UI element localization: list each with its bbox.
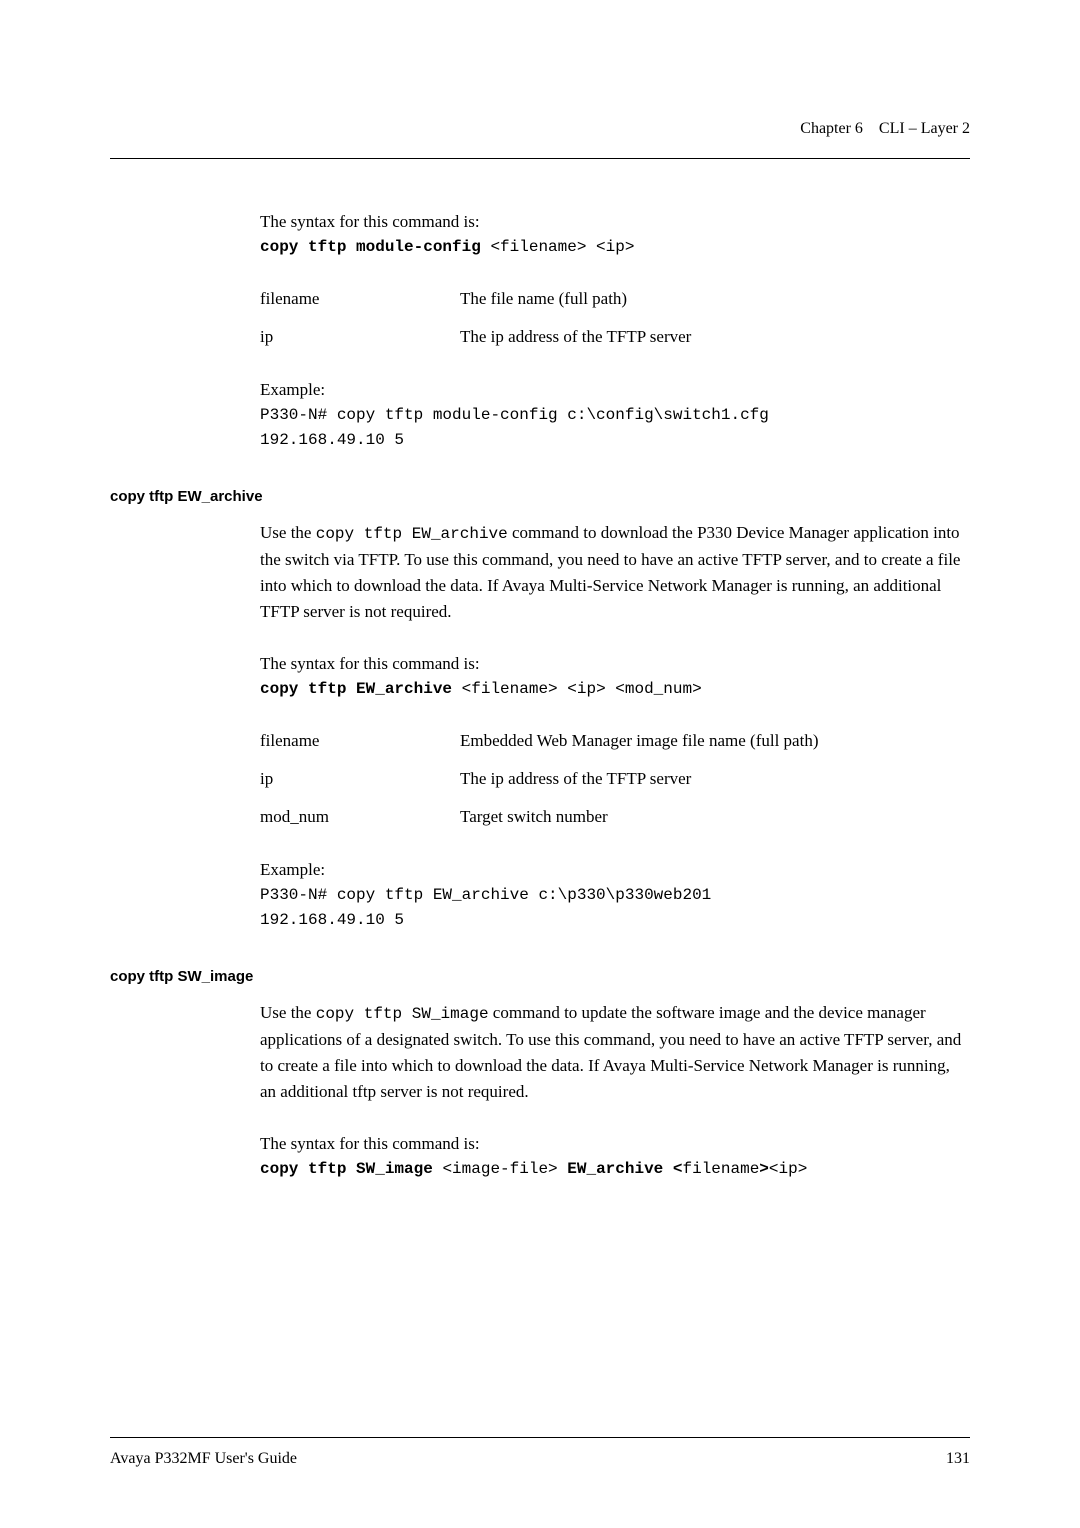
param-table: filename Embedded Web Manager image file… [260,722,819,837]
cmd-mid: EW_archive < [558,1160,683,1178]
section-heading-ew-archive: copy tftp EW_archive [110,488,970,505]
example-label: Example: [260,857,970,883]
desc-text: Use the [260,1003,316,1022]
example-code-line: 192.168.49.10 5 [260,428,970,453]
syntax-intro: The syntax for this command is: [260,1131,970,1157]
cmd-prefix: copy tftp EW_archive [260,680,462,698]
param-desc: The ip address of the TFTP server [460,318,691,356]
syntax-command: copy tftp EW_archive <filename> <ip> <mo… [260,677,970,702]
cmd-mid: > [759,1160,769,1178]
param-name: filename [260,722,460,760]
cmd-arg: <image-file> [442,1160,557,1178]
param-name: ip [260,318,460,356]
param-desc: Embedded Web Manager image file name (fu… [460,722,819,760]
section3-desc-block: Use the copy tftp SW_image command to up… [260,1000,970,1182]
cmd-prefix: copy tftp SW_image [260,1160,442,1178]
example-code-line: P330-N# copy tftp EW_archive c:\p330\p33… [260,883,970,908]
page-footer: Avaya P332MF User's Guide 131 [110,1437,970,1468]
param-row: filename Embedded Web Manager image file… [260,722,819,760]
chapter-label: Chapter 6 [800,120,863,137]
footer-guide-title: Avaya P332MF User's Guide [110,1450,297,1468]
desc-inline-code: copy tftp EW_archive [316,525,508,543]
cmd-prefix: copy tftp module-config [260,238,490,256]
section-heading-sw-image: copy tftp SW_image [110,968,970,985]
page-header: Chapter 6 CLI – Layer 2 [110,120,970,138]
param-desc: Target switch number [460,798,819,836]
desc-inline-code: copy tftp SW_image [316,1005,489,1023]
param-name: ip [260,760,460,798]
example-code-line: P330-N# copy tftp module-config c:\confi… [260,403,970,428]
param-row: filename The file name (full path) [260,280,691,318]
example-label: Example: [260,377,970,403]
param-row: ip The ip address of the TFTP server [260,760,819,798]
syntax-command: copy tftp module-config <filename> <ip> [260,235,970,260]
param-row: mod_num Target switch number [260,798,819,836]
param-desc: The ip address of the TFTP server [460,760,819,798]
section2-desc-block: Use the copy tftp EW_archive command to … [260,520,970,933]
example-code-line: 192.168.49.10 5 [260,908,970,933]
footer-rule [110,1437,970,1438]
section2-description: Use the copy tftp EW_archive command to … [260,520,970,626]
cmd-args: <filename> <ip> <mod_num> [462,680,702,698]
param-table: filename The file name (full path) ip Th… [260,280,691,357]
cmd-arg: filename [682,1160,759,1178]
param-desc: The file name (full path) [460,280,691,318]
section3-description: Use the copy tftp SW_image command to up… [260,1000,970,1106]
param-name: filename [260,280,460,318]
section1-syntax-block: The syntax for this command is: copy tft… [260,209,970,453]
syntax-intro: The syntax for this command is: [260,651,970,677]
param-name: mod_num [260,798,460,836]
syntax-intro: The syntax for this command is: [260,209,970,235]
cmd-arg: <ip> [769,1160,807,1178]
cmd-args: <filename> <ip> [490,238,634,256]
syntax-command: copy tftp SW_image <image-file> EW_archi… [260,1157,970,1182]
desc-text: Use the [260,523,316,542]
footer-page-number: 131 [946,1450,970,1468]
header-rule [110,158,970,159]
param-row: ip The ip address of the TFTP server [260,318,691,356]
chapter-title: CLI – Layer 2 [879,120,970,137]
